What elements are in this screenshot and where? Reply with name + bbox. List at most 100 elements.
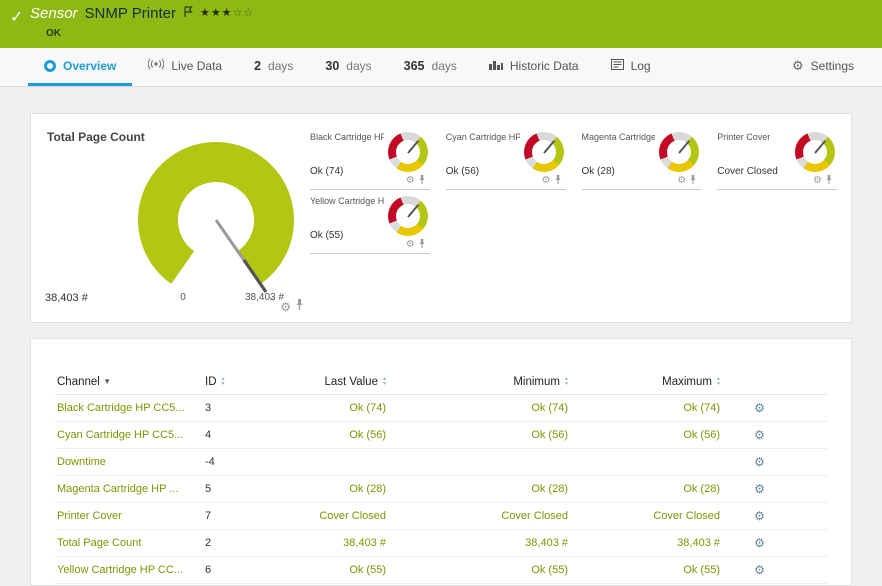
sort-icon: ▴▾ [222, 377, 225, 387]
tab-30-days-unit: days [346, 59, 371, 73]
mini-gauge-title: Magenta Cartridge HP ... [582, 132, 656, 142]
tab-historic-data-label: Historic Data [510, 59, 579, 73]
sort-header-maximum[interactable]: Maximum ▴▾ [570, 376, 722, 388]
last-value: Ok (74) [283, 402, 388, 414]
tab-bar: Overview Live Data 2 days 30 days 365 da… [0, 48, 882, 87]
page-title: SNMP Printer [85, 5, 176, 22]
minimum-value: Ok (55) [388, 564, 570, 576]
mini-gauge-dial [795, 132, 835, 172]
table-row: Black Cartridge HP CC5... 3 Ok (74) Ok (… [55, 395, 827, 422]
minimum-value: Ok (74) [388, 402, 570, 414]
channel-settings-gear-icon[interactable]: ⚙ [754, 428, 765, 442]
mini-gauge-dial [388, 196, 428, 236]
maximum-value: 38,403 # [570, 537, 722, 549]
pin-icon[interactable] [554, 172, 562, 190]
sort-header-channel[interactable]: Channel ▾ [55, 376, 203, 388]
gauge-current-value: 38,403 # [45, 292, 88, 304]
gauge-settings-gear-icon[interactable]: ⚙ [406, 176, 415, 186]
column-header-label: Last Value [324, 376, 378, 388]
channel-settings-gear-icon[interactable]: ⚙ [754, 563, 765, 577]
channel-link[interactable]: Yellow Cartridge HP CC... [57, 564, 183, 576]
tab-overview-label: Overview [63, 59, 116, 73]
channel-link[interactable]: Cyan Cartridge HP CC5... [57, 429, 183, 441]
sort-header-last-value[interactable]: Last Value ▴▾ [283, 376, 388, 388]
tab-log[interactable]: Log [595, 48, 667, 86]
column-header-label: Maximum [662, 376, 712, 388]
channel-link[interactable]: Printer Cover [57, 510, 122, 522]
content-area: Total Page Count × 38,403 # 0 38,403 # ⚙… [0, 87, 882, 586]
total-page-count-gauge: Total Page Count × 38,403 # 0 38,403 # ⚙ [45, 122, 310, 314]
gauge-settings-gear-icon[interactable]: ⚙ [542, 176, 551, 186]
maximum-value: Cover Closed [570, 510, 722, 522]
channel-settings-gear-icon[interactable]: ⚙ [754, 482, 765, 496]
table-row: Magenta Cartridge HP ... 5 Ok (28) Ok (2… [55, 476, 827, 503]
tab-2-days-number: 2 [254, 59, 261, 73]
channel-settings-gear-icon[interactable]: ⚙ [754, 509, 765, 523]
channel-id: 6 [203, 564, 283, 576]
pin-icon[interactable] [295, 298, 304, 316]
mini-gauge-printer-cover: Printer Cover Cover Closed ⚙ [717, 126, 837, 190]
sort-header-id[interactable]: ID ▴▾ [203, 376, 283, 388]
channel-settings-gear-icon[interactable]: ⚙ [754, 401, 765, 415]
tab-30-days[interactable]: 30 days [309, 48, 387, 86]
maximum-value: Ok (56) [570, 429, 722, 441]
sensor-type-label: Sensor [30, 5, 78, 22]
minimum-value: 38,403 # [388, 537, 570, 549]
gear-icon: ⚙ [792, 59, 804, 72]
channel-settings-gear-icon[interactable]: ⚙ [754, 536, 765, 550]
tab-live-data-label: Live Data [171, 59, 222, 73]
mini-gauge-title: Cyan Cartridge HP CC... [446, 132, 520, 142]
mini-gauge-value: Ok (56) [446, 166, 479, 177]
tab-live-data[interactable]: Live Data [132, 48, 238, 86]
maximum-value: Ok (28) [570, 483, 722, 495]
tab-365-days-unit: days [432, 59, 457, 73]
channel-id: 3 [203, 402, 283, 414]
channel-link[interactable]: Magenta Cartridge HP ... [57, 483, 178, 495]
table-row: Printer Cover 7 Cover Closed Cover Close… [55, 503, 827, 530]
pin-icon[interactable] [418, 236, 426, 254]
mini-gauge-dial [388, 132, 428, 172]
channel-link[interactable]: Black Cartridge HP CC5... [57, 402, 185, 414]
maximum-value: Ok (55) [570, 564, 722, 576]
channel-settings-gear-icon[interactable]: ⚙ [754, 455, 765, 469]
channel-link[interactable]: Total Page Count [57, 537, 141, 549]
table-row: Downtime -4 ⚙ [55, 449, 827, 476]
sort-header-minimum[interactable]: Minimum ▴▾ [388, 376, 570, 388]
tab-historic-data[interactable]: Historic Data [473, 48, 595, 86]
gauge-settings-gear-icon[interactable]: ⚙ [813, 176, 822, 186]
gauge-settings-gear-icon[interactable]: ⚙ [406, 240, 415, 250]
tab-overview[interactable]: Overview [28, 48, 132, 86]
mini-gauge-value: Ok (55) [310, 230, 343, 241]
mini-gauge-black-cartridge: Black Cartridge HP CC... Ok (74) ⚙ [310, 126, 430, 190]
priority-flag-icon[interactable] [183, 6, 193, 18]
priority-stars[interactable]: ★★★☆☆ [200, 6, 254, 19]
channel-id: 4 [203, 429, 283, 441]
channel-id: 5 [203, 483, 283, 495]
live-data-icon [148, 58, 164, 73]
gauge-min-label: 0 [171, 292, 195, 303]
channel-id: 2 [203, 537, 283, 549]
tab-2-days[interactable]: 2 days [238, 48, 309, 86]
tab-30-days-number: 30 [325, 59, 339, 73]
sensor-header: ✓ Sensor SNMP Printer ★★★☆☆ OK [0, 0, 882, 48]
tab-settings[interactable]: ⚙ Settings [776, 48, 870, 86]
tab-365-days[interactable]: 365 days [388, 48, 473, 86]
mini-gauge-title: Black Cartridge HP CC... [310, 132, 384, 142]
column-header-label: ID [205, 376, 217, 388]
stars-filled: ★★★ [200, 7, 233, 19]
minimum-value: Cover Closed [388, 510, 570, 522]
pin-icon[interactable] [825, 172, 833, 190]
minimum-value: Ok (28) [388, 483, 570, 495]
mini-gauge-title: Yellow Cartridge HP C... [310, 196, 384, 206]
channel-link[interactable]: Downtime [57, 456, 106, 468]
gauge-settings-gear-icon[interactable]: ⚙ [677, 176, 686, 186]
tab-log-label: Log [631, 59, 651, 73]
maximum-value: Ok (74) [570, 402, 722, 414]
gauge-settings-gear-icon[interactable]: ⚙ [280, 301, 291, 313]
mini-gauge-value: Ok (74) [310, 166, 343, 177]
gauge-max-label: 38,403 # [245, 292, 284, 303]
channel-id: -4 [203, 456, 283, 468]
pin-icon[interactable] [689, 172, 697, 190]
historic-data-icon [489, 59, 503, 73]
pin-icon[interactable] [418, 172, 426, 190]
